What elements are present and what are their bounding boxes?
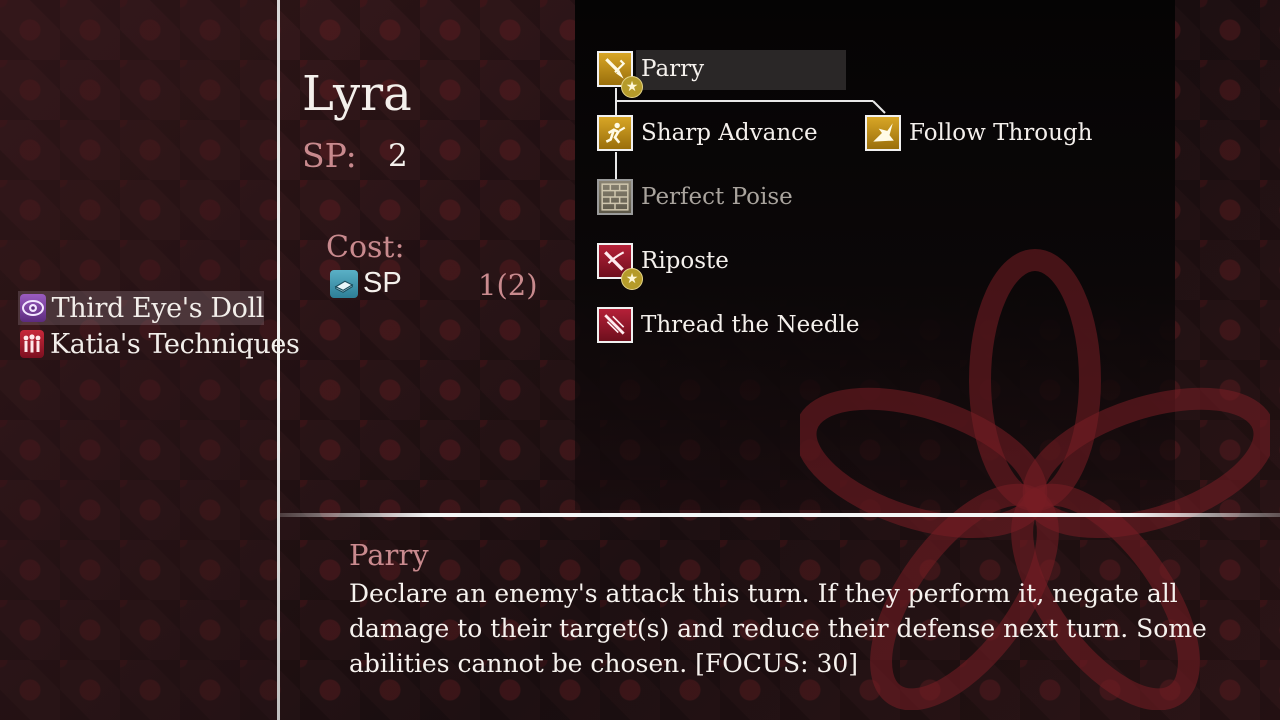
skill-label: Follow Through — [909, 120, 1093, 146]
tree-connector — [615, 152, 617, 180]
skill-node-follow-through[interactable]: Follow Through — [865, 115, 1092, 151]
skill-node-perfect-poise[interactable]: Perfect Poise — [597, 179, 793, 215]
skill-label: Parry — [641, 56, 705, 82]
skill-node-riposte[interactable]: ★ Riposte — [597, 243, 729, 290]
skill-label: Sharp Advance — [641, 120, 818, 146]
party-item-label: Third Eye's Doll — [51, 292, 265, 324]
star-icon: ★ — [621, 268, 643, 290]
description-title: Parry — [349, 538, 429, 572]
skill-label: Perfect Poise — [641, 184, 793, 210]
book-icon — [330, 270, 358, 298]
skill-label: Riposte — [641, 248, 729, 274]
party-item-label: Katia's Techniques — [50, 328, 300, 360]
cost-amount: 1(2) — [478, 268, 538, 302]
people-icon — [20, 330, 44, 358]
party-item-katias-techniques[interactable]: Katia's Techniques — [18, 327, 300, 361]
sp-value: 2 — [388, 138, 408, 174]
party-item-third-eyes-doll[interactable]: Third Eye's Doll — [18, 291, 264, 325]
needle-thrust-icon — [597, 307, 633, 343]
sp-label: SP: — [302, 136, 357, 175]
brick-wall-icon — [597, 179, 633, 215]
description-text: Declare an enemy's attack this turn. If … — [349, 579, 1207, 678]
eye-icon — [20, 294, 46, 322]
skill-node-sharp-advance[interactable]: Sharp Advance — [597, 115, 818, 151]
vertical-divider — [277, 0, 280, 720]
skill-node-parry[interactable]: ★ Parry — [597, 51, 705, 98]
sword-parry-icon: ★ — [597, 51, 643, 98]
star-icon: ★ — [621, 76, 643, 98]
cost-type: SP — [363, 267, 402, 299]
character-name: Lyra — [302, 66, 412, 122]
tree-connector — [872, 100, 886, 114]
cost-label: Cost: — [326, 230, 405, 265]
horizontal-divider — [280, 513, 1280, 517]
burst-slash-icon — [865, 115, 901, 151]
crossed-blade-icon: ★ — [597, 243, 643, 290]
tree-connector — [617, 100, 873, 102]
tree-connector — [615, 88, 617, 116]
running-figure-icon — [597, 115, 633, 151]
